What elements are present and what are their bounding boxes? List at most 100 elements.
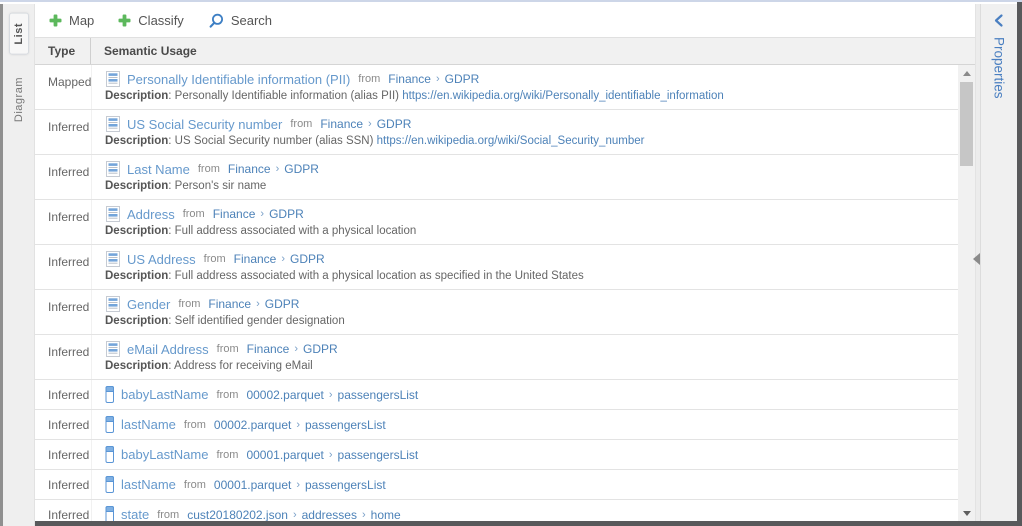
properties-panel-label[interactable]: Properties <box>992 37 1007 99</box>
breadcrumb-link[interactable]: passengersList <box>305 418 386 432</box>
scrollbar-thumb[interactable] <box>960 82 973 166</box>
row-type-cell: Inferred <box>35 335 91 379</box>
semantic-title-link[interactable]: Personally Identifiable information (PII… <box>127 72 350 87</box>
breadcrumb-link[interactable]: GDPR <box>445 72 480 86</box>
table-row[interactable]: Inferred babyLastName from 00002.parquet… <box>35 380 958 410</box>
breadcrumb-link[interactable]: Finance <box>247 342 290 356</box>
breadcrumb-link[interactable]: 00001.parquet <box>214 478 291 492</box>
scroll-down-button[interactable] <box>958 505 975 521</box>
description-text: Address for receiving eMail <box>174 360 313 372</box>
semantic-usage-pane: Map Classify Search Type Semantic Usage … <box>35 4 975 521</box>
breadcrumb-link[interactable]: addresses <box>302 508 357 522</box>
row-title-line: lastName from 00001.parquet›passengersLi… <box>105 476 386 493</box>
breadcrumb-link[interactable]: Finance <box>213 207 256 221</box>
column-header-semantic-usage[interactable]: Semantic Usage <box>91 38 975 64</box>
app-window: List Diagram Map Classify Search <box>0 0 1022 526</box>
breadcrumb-link[interactable]: passengersList <box>305 478 386 492</box>
breadcrumb-link[interactable]: GDPR <box>290 252 325 266</box>
from-word: from <box>356 73 382 85</box>
breadcrumb-link[interactable]: GDPR <box>269 207 304 221</box>
view-tab-strip: List Diagram <box>0 4 35 526</box>
tab-diagram[interactable]: Diagram <box>13 77 25 122</box>
table-row[interactable]: Inferred lastName from 00002.parquet›pas… <box>35 410 958 440</box>
semantic-title-link[interactable]: eMail Address <box>127 342 209 357</box>
table-row[interactable]: Inferred lastName from 00001.parquet›pas… <box>35 470 958 500</box>
breadcrumb-link[interactable]: passengersList <box>338 388 419 402</box>
description-label: Description <box>105 360 168 372</box>
semantic-title-link[interactable]: Last Name <box>127 162 190 177</box>
description-line: Description: Self identified gender desi… <box>105 315 958 327</box>
breadcrumb-link[interactable]: GDPR <box>377 117 412 131</box>
map-button[interactable]: Map <box>49 13 94 28</box>
row-semantic-cell: lastName from 00002.parquet›passengersLi… <box>91 410 958 439</box>
description-text: Full address associated with a physical … <box>175 270 584 282</box>
table-row[interactable]: Inferred Address from Finance›GDPR <box>35 200 958 245</box>
row-semantic-cell: Address from Finance›GDPR Description: F… <box>91 200 958 244</box>
breadcrumb-link[interactable]: 00002.parquet <box>246 388 323 402</box>
table-row[interactable]: Inferred babyLastName from 00001.parquet… <box>35 440 958 470</box>
scroll-up-button[interactable] <box>958 65 975 81</box>
breadcrumb-link[interactable]: home <box>371 508 401 522</box>
table-row[interactable]: Inferred Last Name from Finance›GDPR <box>35 155 958 200</box>
row-semantic-cell: state from cust20180202.json›addresses›h… <box>91 500 958 521</box>
classify-button[interactable]: Classify <box>118 13 184 28</box>
semantic-type-icon <box>105 296 121 312</box>
breadcrumb: Finance › GDPR <box>247 342 338 356</box>
breadcrumb-link[interactable]: Finance <box>388 72 431 86</box>
search-icon <box>208 13 224 29</box>
column-header-type[interactable]: Type <box>35 38 91 64</box>
breadcrumb-link[interactable]: GDPR <box>284 162 319 176</box>
table-row[interactable]: Inferred state from cust20180202.json›ad… <box>35 500 958 521</box>
breadcrumb-link[interactable]: 00001.parquet <box>246 448 323 462</box>
semantic-title-link[interactable]: US Social Security number <box>127 117 282 132</box>
breadcrumb-separator: › <box>368 118 372 130</box>
breadcrumb-link[interactable]: Finance <box>234 252 277 266</box>
description-url-link[interactable]: https://en.wikipedia.org/wiki/Social_Sec… <box>377 135 645 147</box>
breadcrumb-link[interactable]: GDPR <box>303 342 338 356</box>
table-row[interactable]: Inferred Gender from Finance›GDPR <box>35 290 958 335</box>
breadcrumb-separator: › <box>329 389 333 401</box>
semantic-title-link[interactable]: state <box>121 507 149 521</box>
breadcrumb-link[interactable]: cust20180202.json <box>187 508 288 522</box>
map-button-label: Map <box>69 13 94 28</box>
description-url-link[interactable]: https://en.wikipedia.org/wiki/Personally… <box>402 90 724 102</box>
description-text: Full address associated with a physical … <box>175 225 417 237</box>
breadcrumb: 00001.parquet›passengersList <box>246 448 418 462</box>
semantic-title-link[interactable]: babyLastName <box>121 387 208 402</box>
row-type-cell: Inferred <box>35 245 91 289</box>
breadcrumb-separator: › <box>294 343 298 355</box>
splitter-collapse-icon[interactable] <box>973 253 980 265</box>
breadcrumb-link[interactable]: GDPR <box>265 297 300 311</box>
column-icon <box>105 506 115 521</box>
from-word: from <box>182 479 208 491</box>
row-type-cell: Inferred <box>35 380 91 409</box>
semantic-title-link[interactable]: babyLastName <box>121 447 208 462</box>
table-row[interactable]: Inferred eMail Address from Finance › GDPR <box>35 335 958 380</box>
description-line: Description: Address for receiving eMail <box>105 360 958 372</box>
semantic-title-link[interactable]: Gender <box>127 297 170 312</box>
table-row[interactable]: Mapped Personally Identifiable informati… <box>35 65 958 110</box>
semantic-title-link[interactable]: lastName <box>121 477 176 492</box>
table-row[interactable]: Inferred US Address from Finance›GDPR <box>35 245 958 290</box>
breadcrumb-link[interactable]: passengersList <box>338 448 419 462</box>
from-word: from <box>215 343 241 355</box>
tab-list[interactable]: List <box>9 13 29 55</box>
search-button[interactable]: Search <box>208 13 272 29</box>
breadcrumb-link[interactable]: Finance <box>320 117 363 131</box>
breadcrumb-separator: › <box>293 509 297 521</box>
semantic-title-link[interactable]: lastName <box>121 417 176 432</box>
row-semantic-cell: eMail Address from Finance › GDPR Descript… <box>91 335 958 379</box>
semantic-title-link[interactable]: Address <box>127 207 175 222</box>
breadcrumb-link[interactable]: Finance <box>208 297 251 311</box>
table-row[interactable]: Inferred US Social Security number from … <box>35 110 958 155</box>
description-text: US Social Security number (alias SSN) <box>175 135 374 147</box>
breadcrumb-link[interactable]: 00002.parquet <box>214 418 291 432</box>
window-right-edge <box>1017 2 1022 526</box>
semantic-title-link[interactable]: US Address <box>127 252 196 267</box>
column-icon <box>105 476 115 493</box>
row-semantic-cell: lastName from 00001.parquet›passengersLi… <box>91 470 958 499</box>
chevron-left-icon[interactable] <box>992 13 1007 28</box>
breadcrumb-link[interactable]: Finance <box>228 162 271 176</box>
breadcrumb-separator: › <box>281 253 285 265</box>
vertical-scrollbar[interactable] <box>958 65 975 521</box>
